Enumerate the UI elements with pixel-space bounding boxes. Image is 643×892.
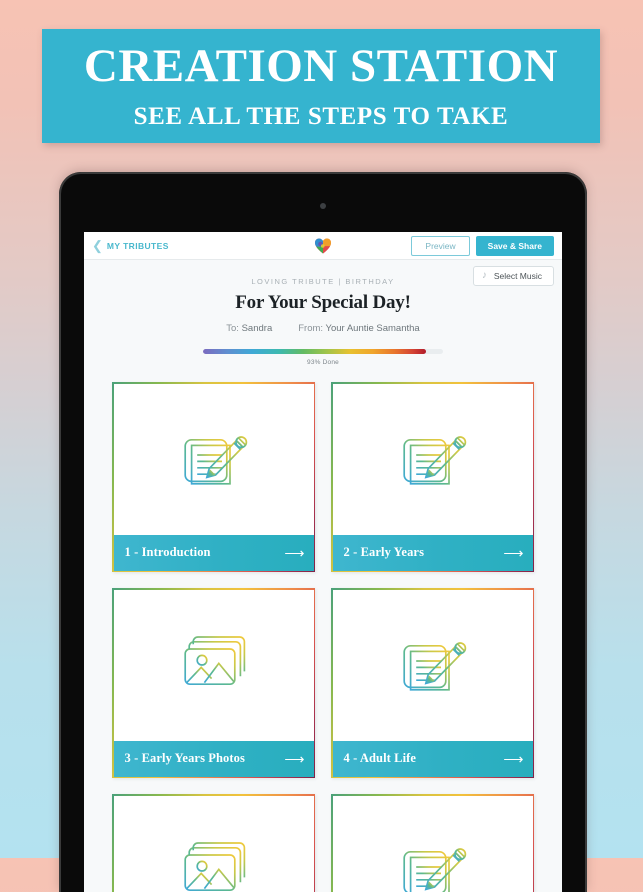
note-pencil-icon bbox=[174, 419, 254, 499]
card-artwork bbox=[333, 590, 533, 741]
preview-button[interactable]: Preview bbox=[411, 236, 469, 256]
from-label: From: bbox=[298, 323, 323, 334]
step-card[interactable]: 3 - Early Years Photos ⟶ bbox=[112, 588, 315, 778]
progress-section: 93% Done bbox=[203, 349, 443, 366]
card-artwork bbox=[333, 384, 533, 535]
step-card[interactable]: 2 - Early Years ⟶ bbox=[331, 382, 534, 572]
arrow-right-icon: ⟶ bbox=[503, 752, 521, 766]
tribute-title: For Your Special Day! bbox=[84, 292, 562, 314]
progress-fill bbox=[203, 349, 426, 354]
select-music-button[interactable]: ♪ Select Music bbox=[473, 266, 554, 286]
arrow-right-icon: ⟶ bbox=[284, 752, 302, 766]
card-artwork bbox=[114, 384, 314, 535]
progress-label: 93% Done bbox=[203, 359, 443, 366]
tribute-to: To: Sandra bbox=[226, 323, 272, 334]
card-label: 3 - Early Years Photos bbox=[125, 751, 245, 766]
step-card[interactable]: 1 - Introduction ⟶ bbox=[112, 382, 315, 572]
heart-logo-icon bbox=[315, 238, 332, 254]
note-pencil-icon bbox=[393, 831, 473, 892]
tablet-screen: ❮ MY TRIBUTES Preview Save & Share bbox=[84, 232, 562, 892]
photo-stack-icon bbox=[174, 625, 254, 705]
steps-grid: 1 - Introduction ⟶ bbox=[112, 382, 534, 892]
card-label: 2 - Early Years bbox=[344, 545, 425, 560]
topbar-actions: Preview Save & Share bbox=[411, 236, 554, 256]
card-footer[interactable]: 1 - Introduction ⟶ bbox=[114, 535, 314, 571]
music-note-icon: ♪ bbox=[482, 271, 487, 281]
arrow-right-icon: ⟶ bbox=[284, 546, 302, 560]
card-label: 4 - Adult Life bbox=[344, 751, 417, 766]
note-pencil-icon bbox=[393, 625, 473, 705]
note-pencil-icon bbox=[393, 419, 473, 499]
to-label: To: bbox=[226, 323, 239, 334]
chevron-left-icon: ❮ bbox=[92, 239, 103, 252]
card-artwork bbox=[114, 796, 314, 892]
step-card[interactable]: ⟶ bbox=[331, 794, 534, 892]
promo-banner: CREATION STATION SEE ALL THE STEPS TO TA… bbox=[42, 29, 600, 143]
card-label: 1 - Introduction bbox=[125, 545, 211, 560]
tablet-device-frame: ❮ MY TRIBUTES Preview Save & Share bbox=[59, 172, 587, 892]
front-camera-icon bbox=[320, 203, 326, 209]
from-value: Your Auntie Samantha bbox=[326, 323, 420, 334]
card-footer[interactable]: 4 - Adult Life ⟶ bbox=[333, 741, 533, 777]
select-music-label: Select Music bbox=[494, 271, 542, 281]
tribute-to-from: To: Sandra From: Your Auntie Samantha bbox=[84, 323, 562, 334]
app-topbar: ❮ MY TRIBUTES Preview Save & Share bbox=[84, 232, 562, 260]
card-footer[interactable]: 3 - Early Years Photos ⟶ bbox=[114, 741, 314, 777]
step-card[interactable]: ⟶ bbox=[112, 794, 315, 892]
progress-track bbox=[203, 349, 443, 354]
card-footer[interactable]: 2 - Early Years ⟶ bbox=[333, 535, 533, 571]
to-value: Sandra bbox=[242, 323, 273, 334]
step-card[interactable]: 4 - Adult Life ⟶ bbox=[331, 588, 534, 778]
arrow-right-icon: ⟶ bbox=[503, 546, 521, 560]
banner-title: CREATION STATION bbox=[84, 43, 558, 90]
card-artwork bbox=[333, 796, 533, 892]
back-link-label: MY TRIBUTES bbox=[107, 241, 169, 251]
banner-subtitle: SEE ALL THE STEPS TO TAKE bbox=[134, 104, 509, 129]
save-and-share-button[interactable]: Save & Share bbox=[476, 236, 554, 256]
tribute-from: From: Your Auntie Samantha bbox=[298, 323, 419, 334]
back-to-my-tributes-link[interactable]: ❮ MY TRIBUTES bbox=[92, 239, 169, 252]
card-artwork bbox=[114, 590, 314, 741]
photo-stack-icon bbox=[174, 831, 254, 892]
